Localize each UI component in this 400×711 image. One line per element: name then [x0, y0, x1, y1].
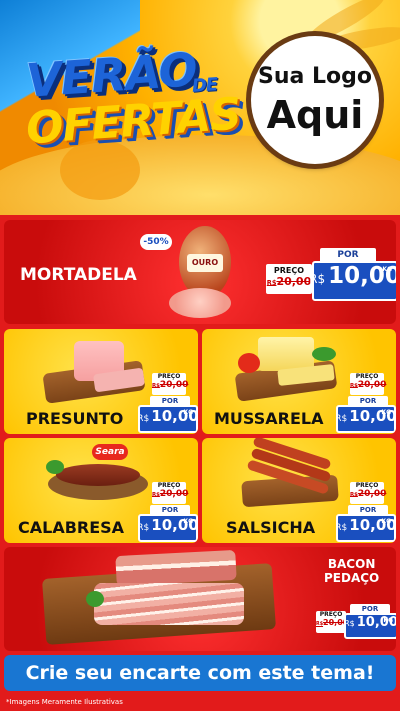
- product-name: SALSICHA: [226, 518, 316, 537]
- brand-label: Seara: [92, 444, 128, 460]
- old-price-currency: R$: [316, 622, 324, 627]
- old-price-value: 20,00: [357, 380, 387, 390]
- old-price-label: PREÇO: [157, 482, 181, 489]
- old-price: R$20,00: [350, 380, 387, 390]
- new-price-currency: R$: [344, 619, 355, 628]
- logo-text-line2: Aqui: [266, 93, 364, 137]
- unit-label: KG: [183, 518, 193, 525]
- sausage-ring: [56, 464, 140, 486]
- old-price-box: PREÇO R$20,00: [266, 264, 312, 294]
- brand-label: OURO: [187, 254, 223, 272]
- old-price-box: PREÇO R$20,00: [152, 482, 189, 504]
- new-price-currency: R$: [137, 523, 150, 533]
- product-card-calabresa[interactable]: Seara CALABRESA PREÇO R$20,00 POR R$ 10,…: [4, 438, 198, 543]
- product-name: MORTADELA: [20, 265, 137, 285]
- old-price-box: PREÇO R$20,00: [350, 373, 387, 395]
- disclaimer-text: *Imagens Meramente Ilustrativas: [6, 698, 123, 706]
- new-price-box: R$ 10,00 KG: [137, 405, 198, 433]
- unit-label: KG: [382, 266, 392, 273]
- mortadela-slices: [169, 288, 231, 318]
- product-card-presunto[interactable]: PRESUNTO PREÇO R$20,00 POR R$ 10,00 KG: [4, 329, 198, 434]
- old-price-box: PREÇO R$20,00: [152, 373, 189, 395]
- unit-label: KG: [183, 409, 193, 416]
- product-name-line2: PEDAÇO: [324, 571, 380, 585]
- old-price-currency: R$: [266, 279, 277, 287]
- cta-button[interactable]: Crie seu encarte com este tema!: [4, 655, 396, 691]
- unit-label: KG: [381, 518, 391, 525]
- herb-garnish: [312, 347, 336, 361]
- unit-label: KG: [381, 409, 391, 416]
- store-logo-placeholder[interactable]: Sua Logo Aqui: [251, 36, 379, 164]
- old-price-value: 20,00: [357, 489, 387, 499]
- new-price-box: R$ 10,00 KG: [335, 514, 396, 542]
- mortadela-image: OURO: [169, 226, 239, 320]
- tomato: [238, 353, 260, 373]
- herb-garnish: [86, 591, 104, 607]
- old-price-value: 20,00: [159, 380, 189, 390]
- product-card-mussarela[interactable]: MUSSARELA PREÇO R$20,00 POR R$ 10,00 KG: [202, 329, 396, 434]
- cheese-block: [258, 337, 314, 371]
- new-price-currency: R$: [335, 523, 348, 533]
- new-price-box: R$ 10,00 KG: [137, 514, 198, 542]
- new-price-currency: R$: [309, 272, 326, 286]
- old-price-label: PREÇO: [157, 373, 181, 380]
- product-name: PRESUNTO: [26, 409, 124, 428]
- old-price-label: PREÇO: [355, 373, 379, 380]
- product-card-salsicha[interactable]: SALSICHA PREÇO R$20,00 POR R$ 10,00 KG: [202, 438, 396, 543]
- hero-banner: VERÃO DE OFERTAS Sua Logo Aqui: [0, 0, 400, 215]
- old-price-currency: R$: [350, 383, 358, 389]
- discount-badge: -50%: [140, 234, 172, 250]
- unit-label: KG: [383, 617, 393, 624]
- old-price: R$20,00: [152, 489, 189, 499]
- old-price: R$20,00: [266, 275, 312, 288]
- new-price-label: POR: [320, 248, 376, 262]
- product-name: CALABRESA: [18, 518, 125, 537]
- herb-garnish: [46, 460, 64, 474]
- new-price-currency: R$: [137, 414, 150, 424]
- new-price-box: R$ 10,00 KG: [335, 405, 396, 433]
- old-price-currency: R$: [152, 492, 160, 498]
- product-card-mortadela[interactable]: MORTADELA OURO -50% PREÇO R$20,00 POR R$…: [4, 220, 396, 324]
- old-price-label: PREÇO: [319, 611, 343, 618]
- new-price-box: R$ 10,00 KG: [309, 261, 396, 301]
- old-price-currency: R$: [152, 383, 160, 389]
- logo-text-line1: Sua Logo: [257, 64, 372, 89]
- product-name-line1: BACON: [327, 557, 376, 571]
- old-price-value: 20,00: [159, 489, 189, 499]
- new-price-currency: R$: [335, 414, 348, 424]
- old-price-label: PREÇO: [355, 482, 379, 489]
- old-price-label: PREÇO: [273, 266, 305, 275]
- old-price: R$20,00: [350, 489, 387, 499]
- product-name: MUSSARELA: [214, 409, 324, 428]
- new-price-box: R$ 10,00 KG: [344, 613, 396, 639]
- product-name: BACON PEDAÇO: [324, 557, 379, 585]
- old-price-value: 20,00: [276, 275, 312, 288]
- old-price: R$20,00: [152, 380, 189, 390]
- old-price-box: PREÇO R$20,00: [350, 482, 387, 504]
- old-price-box: PREÇO R$20,00: [316, 611, 348, 633]
- bacon-slices: [94, 583, 244, 625]
- old-price: R$20,00: [316, 618, 348, 627]
- bacon-slab: [115, 549, 237, 587]
- product-card-bacon[interactable]: BACON PEDAÇO PREÇO R$20,00 POR R$ 10,00 …: [4, 547, 396, 651]
- old-price-currency: R$: [350, 492, 358, 498]
